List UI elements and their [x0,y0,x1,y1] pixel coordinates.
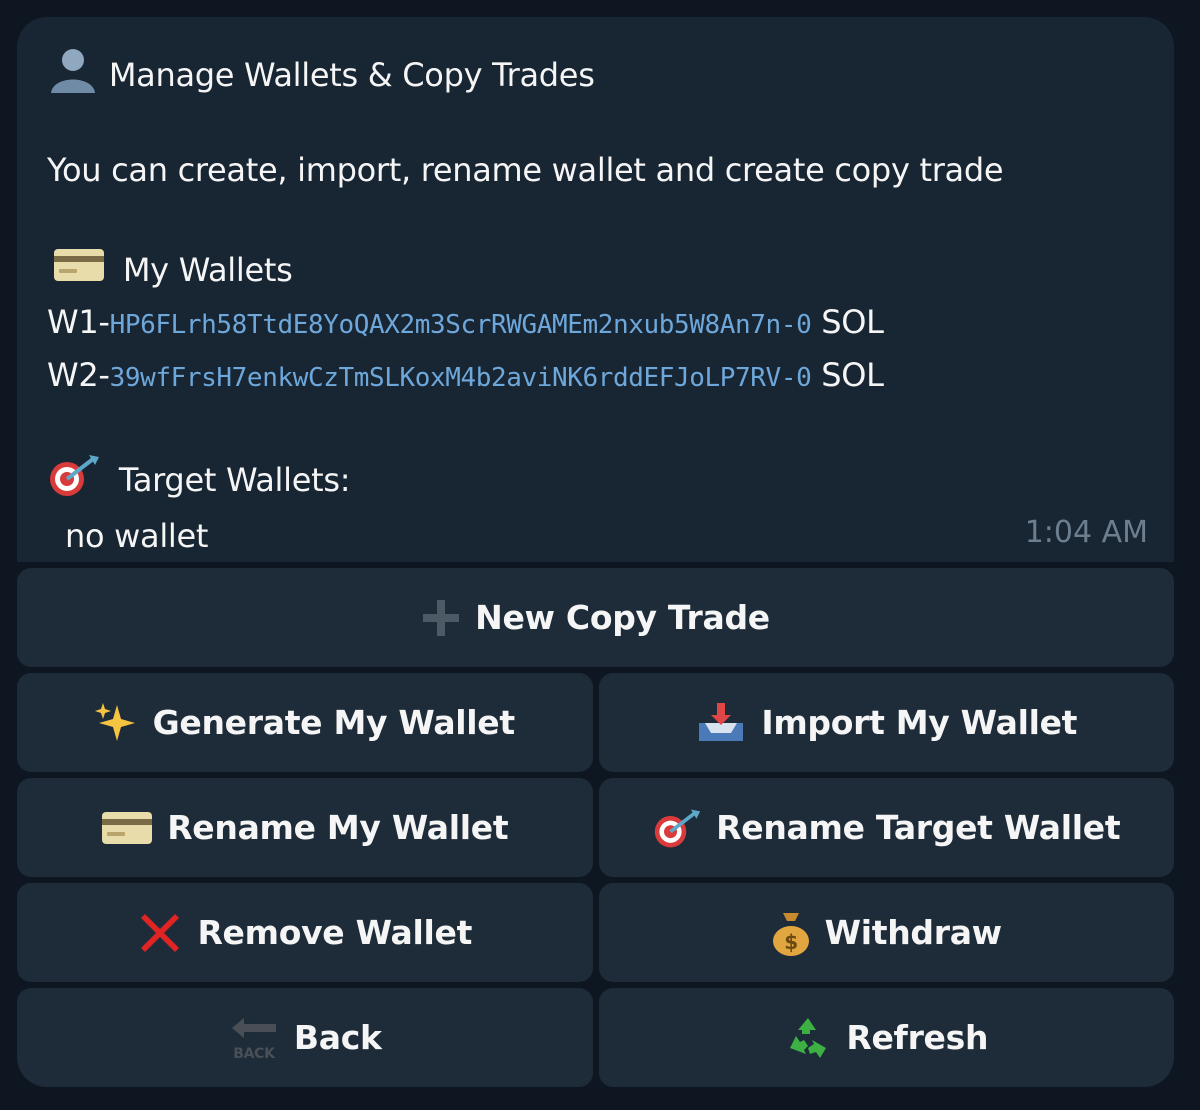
remove-wallet-label: Remove Wallet [197,913,473,952]
recycle-icon [784,1014,832,1062]
message-bubble: Manage Wallets & Copy Trades You can cre… [17,17,1174,562]
sparkles-icon [94,701,139,745]
wallet-prefix: W1- [47,303,110,341]
back-arrow-icon: BACK [228,1016,280,1060]
cross-mark-icon [137,910,183,956]
import-wallet-label: Import My Wallet [761,703,1078,742]
rename-wallet-button[interactable]: Rename My Wallet [17,778,593,877]
target-wallets-label: Target Wallets: [118,461,351,499]
wallet-balance: -0 [780,310,812,340]
new-copy-trade-button[interactable]: New Copy Trade [17,568,1174,667]
credit-card-icon [101,810,153,846]
rename-target-wallet-button[interactable]: Rename Target Wallet [598,778,1174,877]
bot-message-container: Manage Wallets & Copy Trades You can cre… [17,17,1174,1087]
target-wallets-heading: Target Wallets: [47,453,1144,511]
wallet-prefix: W2- [47,356,110,394]
wallet-row-2: W2-39wfFrsH7enkwCzTmSLKoxM4b2aviNK6rddEF… [47,350,1144,403]
wallet-address-link[interactable]: HP6FLrh58TtdE8YoQAX2m3ScrRWGAMEm2nxub5W8… [110,310,782,340]
inbox-tray-icon [695,701,747,745]
back-button[interactable]: BACK Back [17,988,593,1087]
wallet-row-1: W1-HP6FLrh58TtdE8YoQAX2m3ScrRWGAMEm2nxub… [47,297,1144,350]
remove-wallet-button[interactable]: Remove Wallet [17,883,593,982]
target-dart-icon [47,453,101,511]
wallet-balance: -0 [780,363,812,393]
wallet-address-link[interactable]: 39wfFrsH7enkwCzTmSLKoxM4b2aviNK6rddEFJoL… [110,363,782,393]
money-bag-icon: $ [771,909,811,957]
wallet-unit: SOL [811,303,884,341]
generate-wallet-button[interactable]: Generate My Wallet [17,673,593,772]
refresh-label: Refresh [846,1018,989,1057]
message-title-row: Manage Wallets & Copy Trades [47,45,1144,95]
refresh-button[interactable]: Refresh [598,988,1174,1087]
target-wallets-value: no wallet [65,517,209,555]
svg-text:$: $ [784,930,798,954]
back-label: Back [293,1018,382,1057]
my-wallets-label: My Wallets [122,251,293,289]
rename-target-wallet-label: Rename Target Wallet [716,808,1121,847]
my-wallets-heading: My Wallets [47,245,1144,297]
back-icon-text: BACK [233,1046,276,1060]
credit-card-icon [53,247,105,297]
target-dart-icon [652,807,702,849]
import-wallet-button[interactable]: Import My Wallet [598,673,1174,772]
withdraw-button[interactable]: $ Withdraw [598,883,1174,982]
withdraw-label: Withdraw [824,913,1003,952]
message-title: Manage Wallets & Copy Trades [108,56,595,94]
rename-wallet-label: Rename My Wallet [167,808,509,847]
message-timestamp: 1:04 AM [1024,515,1148,550]
generate-wallet-label: Generate My Wallet [152,703,516,742]
wallet-unit: SOL [811,356,884,394]
message-description: You can create, import, rename wallet an… [47,151,1004,189]
plus-icon [421,598,461,638]
new-copy-trade-label: New Copy Trade [475,598,770,637]
user-icon [47,45,99,109]
